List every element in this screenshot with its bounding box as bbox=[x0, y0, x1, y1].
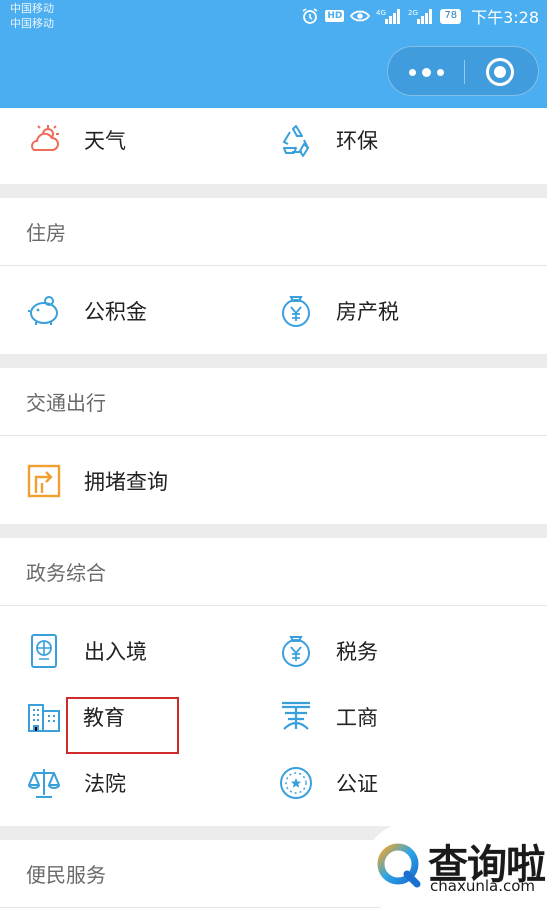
carrier-2: 中国移动 bbox=[10, 17, 54, 30]
watermark-subtitle: chaxunla.com bbox=[430, 877, 535, 895]
carrier-1: 中国移动 bbox=[10, 2, 54, 15]
watermark-logo-icon bbox=[374, 840, 426, 892]
business-icon bbox=[278, 699, 314, 735]
section-housing-title: 住房 bbox=[0, 198, 547, 266]
target-close-icon[interactable] bbox=[486, 58, 514, 86]
miniprogram-capsule bbox=[387, 46, 539, 96]
weather-icon bbox=[26, 122, 62, 158]
tile-business[interactable]: 工商 bbox=[278, 697, 378, 737]
tile-traffic-query-label: 拥堵查询 bbox=[84, 470, 168, 494]
svg-text:4G: 4G bbox=[376, 9, 386, 17]
section-gov-title: 政务综合 bbox=[0, 538, 547, 606]
tile-property-tax[interactable]: 房产税 bbox=[278, 291, 399, 331]
tile-taxation[interactable]: 税务 bbox=[278, 631, 378, 671]
carrier-info: 中国移动 中国移动 bbox=[10, 1, 54, 31]
more-dots-icon[interactable] bbox=[388, 47, 464, 97]
seal-icon bbox=[278, 765, 314, 801]
passport-icon bbox=[26, 633, 62, 669]
tile-court-label: 法院 bbox=[84, 772, 126, 796]
eye-icon bbox=[350, 9, 371, 23]
tile-environment[interactable]: 环保 bbox=[278, 120, 378, 160]
svg-text:2G: 2G bbox=[408, 9, 418, 17]
tile-weather[interactable]: 天气 bbox=[26, 120, 126, 160]
signal-1-icon: 4G bbox=[376, 7, 402, 25]
tile-housing-fund-label: 公积金 bbox=[84, 300, 147, 324]
education-highlight-box bbox=[66, 697, 179, 754]
top-bar: 中国移动 中国移动 HD 4G 2G 78 下午3:28 bbox=[0, 0, 547, 108]
tile-notary-label: 公证 bbox=[336, 772, 378, 796]
tile-traffic-query[interactable]: 拥堵查询 bbox=[26, 461, 168, 501]
section-gov: 政务综合 出入境 税务 教育 工商 法院 公证 bbox=[0, 538, 547, 826]
tile-immigration[interactable]: 出入境 bbox=[26, 631, 147, 671]
traffic-sign-icon bbox=[26, 463, 62, 499]
status-time: 下午3:28 bbox=[471, 8, 539, 27]
section-housing: 住房 公积金 房产税 bbox=[0, 198, 547, 354]
school-building-icon bbox=[26, 699, 62, 735]
tile-court[interactable]: 法院 bbox=[26, 763, 126, 803]
tile-environment-label: 环保 bbox=[336, 129, 378, 153]
tile-property-tax-label: 房产税 bbox=[336, 300, 399, 324]
tile-taxation-label: 税务 bbox=[336, 640, 378, 664]
tile-weather-label: 天气 bbox=[84, 129, 126, 153]
tile-business-label: 工商 bbox=[336, 706, 378, 730]
signal-2-icon: 2G bbox=[408, 7, 434, 25]
status-icons: HD 4G 2G 78 下午3:28 bbox=[301, 5, 539, 27]
section-traffic-title: 交通出行 bbox=[0, 368, 547, 436]
tile-housing-fund[interactable]: 公积金 bbox=[26, 291, 147, 331]
tile-immigration-label: 出入境 bbox=[84, 640, 147, 664]
tax-bag-icon bbox=[278, 293, 314, 329]
battery-indicator: 78 bbox=[440, 8, 462, 24]
tax-bag-icon bbox=[278, 633, 314, 669]
capsule-divider bbox=[464, 60, 465, 84]
scales-icon bbox=[26, 765, 62, 801]
recycle-icon bbox=[278, 122, 314, 158]
card-top: 天气 环保 bbox=[0, 108, 547, 184]
tile-notary[interactable]: 公证 bbox=[278, 763, 378, 803]
piggy-bank-icon bbox=[26, 293, 62, 329]
section-traffic: 交通出行 拥堵查询 bbox=[0, 368, 547, 524]
alarm-clock-icon bbox=[301, 7, 319, 25]
hd-badge: HD bbox=[325, 10, 345, 22]
